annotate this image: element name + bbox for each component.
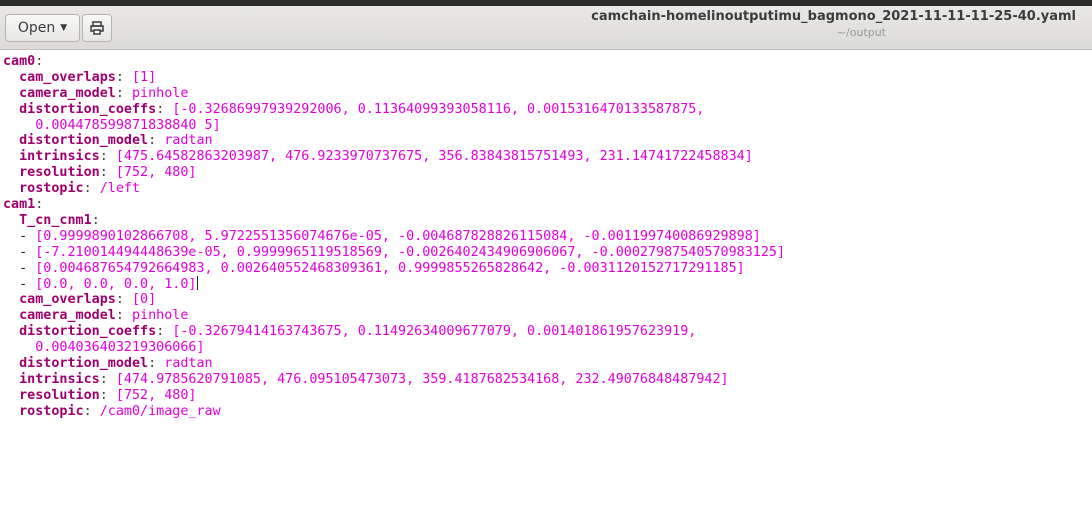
code-line[interactable]: intrinsics: [475.64582863203987, 476.923… <box>3 149 785 165</box>
colon: : <box>99 387 116 403</box>
colon: : <box>115 85 132 101</box>
yaml-key: distortion_model <box>19 355 149 371</box>
code-line[interactable]: cam_overlaps: [1] <box>3 70 785 86</box>
yaml-value: 0.004036403219306066] <box>35 340 205 356</box>
colon: : <box>99 165 116 181</box>
yaml-value: [0.9999890102866708, 5.9722551356074676e… <box>35 228 761 244</box>
yaml-key: intrinsics <box>19 371 100 387</box>
code-line[interactable]: camera_model: pinhole <box>3 86 785 102</box>
open-button-label: Open <box>17 20 56 36</box>
colon: : <box>99 149 116 165</box>
yaml-value: 0.004478599871838840 5] <box>35 117 221 133</box>
colon: : <box>156 101 173 117</box>
code-line[interactable]: - [0.0, 0.0, 0.0, 1.0] <box>3 276 785 292</box>
list-dash: - <box>19 260 36 276</box>
yaml-key: T_cn_cnm1 <box>19 212 92 228</box>
printer-icon <box>90 21 104 35</box>
code-line[interactable]: 0.004036403219306066] <box>3 340 785 356</box>
code-line[interactable]: distortion_coeffs: [-0.32679414163743675… <box>3 324 785 340</box>
yaml-value: [-0.32686997939292006, 0.113640993930581… <box>172 101 705 117</box>
window-title: camchain-homelinoutputimu_bagmono_2021-1… <box>591 9 1076 39</box>
colon: : <box>35 54 44 69</box>
yaml-value: /left <box>99 181 141 197</box>
yaml-value: [0.004687654792664983, 0.002640552468309… <box>35 260 745 276</box>
yaml-key: intrinsics <box>19 149 100 165</box>
yaml-value: [0.0, 0.0, 0.0, 1.0] <box>35 277 197 293</box>
text-cursor <box>196 276 198 291</box>
file-name: camchain-homelinoutputimu_bagmono_2021-1… <box>591 9 1076 24</box>
yaml-value: [0] <box>132 292 157 308</box>
yaml-value: [1] <box>132 69 157 85</box>
code-line[interactable]: distortion_model: radtan <box>3 133 785 149</box>
code-line[interactable]: intrinsics: [474.9785620791085, 476.0951… <box>3 372 785 388</box>
code-line[interactable]: rostopic: /cam0/image_raw <box>3 404 785 420</box>
code-line[interactable]: camera_model: pinhole <box>3 308 785 324</box>
yaml-key: distortion_coeffs <box>19 101 157 117</box>
code-line[interactable]: rostopic: /left <box>3 181 785 197</box>
yaml-key: distortion_model <box>19 133 149 149</box>
colon: : <box>156 324 173 340</box>
yaml-key: cam_overlaps <box>19 69 116 85</box>
colon: : <box>115 69 132 85</box>
code-line[interactable]: distortion_coeffs: [-0.32686997939292006… <box>3 102 785 118</box>
code-view[interactable]: cam0: cam_overlaps: [1] camera_model: pi… <box>3 54 785 419</box>
code-line[interactable]: - [0.004687654792664983, 0.0026405524683… <box>3 261 785 277</box>
yaml-value: [475.64582863203987, 476.9233970737675, … <box>115 149 753 165</box>
colon: : <box>148 133 165 149</box>
open-button[interactable]: Open ▼ <box>5 14 80 42</box>
header-bar: Open ▼ camchain-homelinoutputimu_bagmono… <box>0 6 1092 50</box>
yaml-key: cam_overlaps <box>19 292 116 308</box>
code-line[interactable]: T_cn_cnm1: <box>3 213 785 229</box>
yaml-value: [474.9785620791085, 476.095105473073, 35… <box>115 371 729 387</box>
yaml-value: pinhole <box>132 308 189 324</box>
colon: : <box>99 371 116 387</box>
yaml-key: resolution <box>19 387 100 403</box>
yaml-key: camera_model <box>19 85 116 101</box>
chevron-down-icon: ▼ <box>60 23 68 33</box>
text-editor[interactable]: cam0: cam_overlaps: [1] camera_model: pi… <box>0 50 1092 512</box>
code-line[interactable]: resolution: [752, 480] <box>3 388 785 404</box>
yaml-key: resolution <box>19 165 100 181</box>
code-line[interactable]: - [-7.210014494448639e-05, 0.99999651195… <box>3 245 785 261</box>
file-path: ~/output <box>836 26 886 39</box>
yaml-value: radtan <box>164 133 213 149</box>
colon: : <box>83 181 100 197</box>
yaml-value: [752, 480] <box>115 387 197 403</box>
yaml-value: /cam0/image_raw <box>99 403 221 419</box>
code-line[interactable]: cam_overlaps: [0] <box>3 292 785 308</box>
colon: : <box>148 355 165 371</box>
yaml-key: distortion_coeffs <box>19 324 157 340</box>
colon: : <box>91 212 100 228</box>
list-dash: - <box>19 228 36 244</box>
colon: : <box>35 197 44 213</box>
list-dash: - <box>19 277 36 293</box>
code-line[interactable]: cam0: <box>3 54 785 70</box>
yaml-value: [-7.210014494448639e-05, 0.9999965119518… <box>35 244 786 260</box>
print-button[interactable] <box>82 14 112 42</box>
yaml-key: camera_model <box>19 308 116 324</box>
colon: : <box>83 403 100 419</box>
code-line[interactable]: 0.004478599871838840 5] <box>3 118 785 134</box>
code-line[interactable]: cam1: <box>3 197 785 213</box>
code-line[interactable]: - [0.9999890102866708, 5.972255135607467… <box>3 229 785 245</box>
yaml-key: rostopic <box>19 181 84 197</box>
yaml-value: pinhole <box>132 85 189 101</box>
yaml-value: [-0.32679414163743675, 0.114926340096770… <box>172 324 697 340</box>
yaml-value: [752, 480] <box>115 165 197 181</box>
yaml-key: cam1 <box>3 197 36 213</box>
yaml-value: radtan <box>164 355 213 371</box>
colon: : <box>115 292 132 308</box>
code-line[interactable]: resolution: [752, 480] <box>3 165 785 181</box>
yaml-key: rostopic <box>19 403 84 419</box>
code-line[interactable]: distortion_model: radtan <box>3 356 785 372</box>
list-dash: - <box>19 244 36 260</box>
colon: : <box>115 308 132 324</box>
yaml-key: cam0 <box>3 54 36 69</box>
